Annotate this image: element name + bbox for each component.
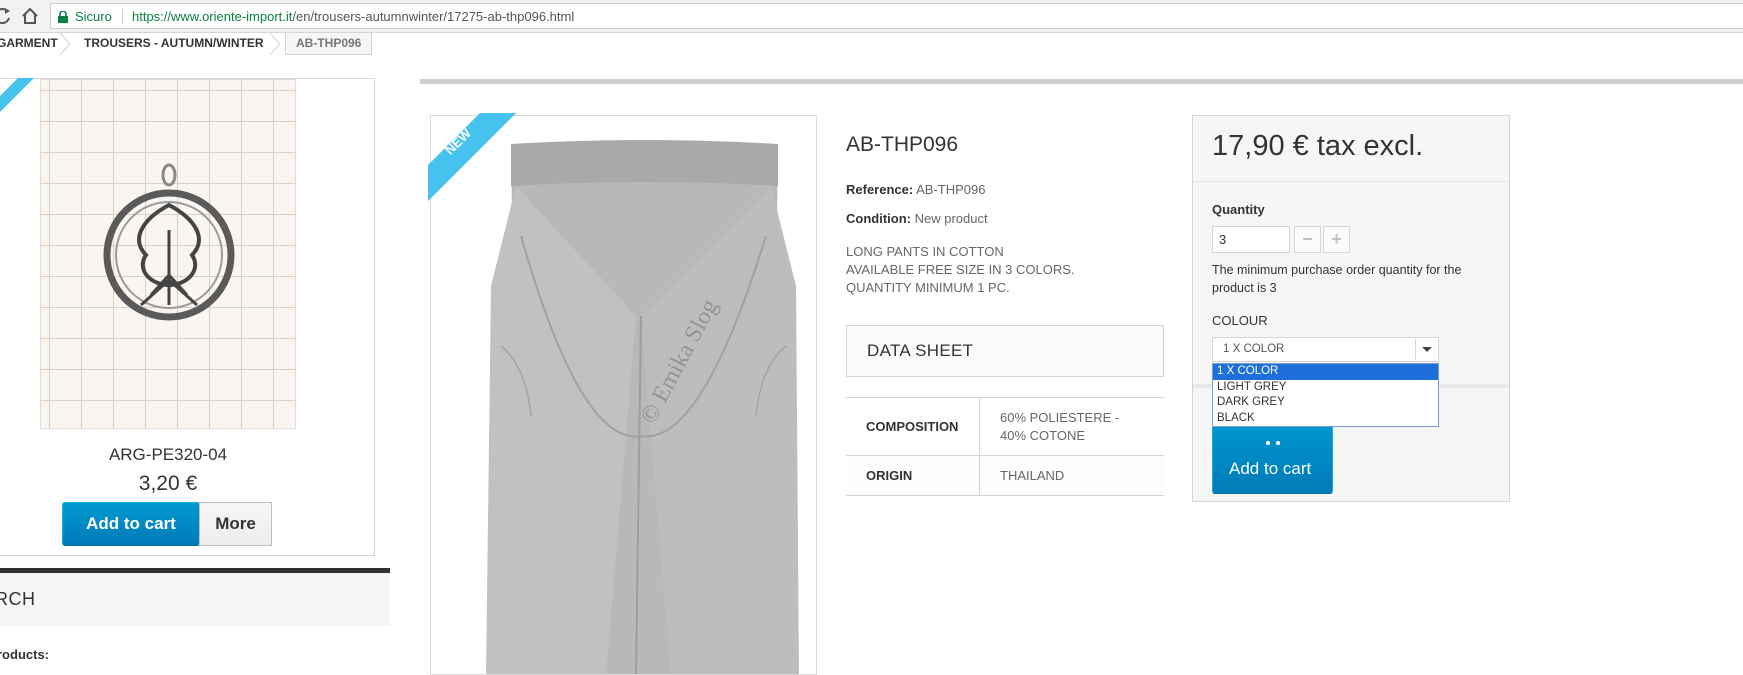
datasheet-title: DATA SHEET (867, 341, 974, 360)
new-ribbon (0, 78, 34, 122)
colour-option[interactable]: DARK GREY (1213, 395, 1438, 411)
colour-option[interactable]: LIGHT GREY (1213, 380, 1438, 396)
quantity-input[interactable]: 3 (1212, 226, 1290, 253)
table-row: COMPOSITION 60% POLIESTERE - 40% COTONE (846, 398, 1164, 456)
datasheet-key: COMPOSITION (846, 398, 980, 455)
sidebar-more-button[interactable]: More (199, 502, 272, 546)
description-line: LONG PANTS IN COTTON (846, 244, 1004, 259)
quantity-decrease-button[interactable]: − (1294, 226, 1321, 253)
reference-value: AB-THP096 (916, 182, 986, 197)
chevron-down-icon[interactable] (1415, 339, 1437, 360)
reference-label: Reference: (846, 182, 914, 197)
sidebar-product-name[interactable]: ARG-PE320-04 (40, 445, 296, 465)
product-reference: Reference: AB-THP096 (846, 182, 985, 197)
condition-label: Condition: (846, 211, 911, 226)
table-row: ORIGIN THAILAND (846, 456, 1164, 496)
description-line: AVAILABLE FREE SIZE IN 3 COLORS. (846, 262, 1075, 277)
lock-icon (58, 10, 68, 23)
product-title: AB-THP096 (846, 133, 959, 156)
colour-select-value: 1 X COLOR (1223, 343, 1285, 355)
add-to-cart-label: Add to cart (1229, 459, 1312, 478)
colour-options-list[interactable]: 1 X COLOR LIGHT GREY DARK GREY BLACK (1212, 363, 1439, 427)
main-top-bar (420, 79, 1743, 84)
sidebar-product-price: 3,20 € (138, 472, 198, 495)
breadcrumb-item-trousers[interactable]: TROUSERS - AUTUMN/WINTER (84, 33, 264, 55)
breadcrumb-item-current: AB-THP096 (285, 33, 373, 55)
product-description: LONG PANTS IN COTTON AVAILABLE FREE SIZE… (846, 243, 1075, 297)
price-area: 17,90 € tax excl. (1193, 116, 1509, 182)
url-text[interactable]: https://www.oriente-import.it/en/trouser… (132, 9, 574, 24)
cart-icon (1259, 431, 1287, 447)
buy-box: 17,90 € tax excl. Quantity 3 − + The min… (1192, 115, 1510, 502)
products-label: roducts: (0, 647, 49, 662)
breadcrumb-item-garment[interactable]: GARMENT (0, 33, 58, 55)
address-bar[interactable]: Sicuro https://www.oriente-import.it/en/… (50, 3, 1743, 29)
quantity-label: Quantity (1212, 202, 1265, 217)
url-path: /en/trousers-autumnwinter/17275-ab-thp09… (292, 9, 575, 24)
datasheet-value: 60% POLIESTERE - 40% COTONE (1000, 409, 1120, 443)
add-to-cart-button[interactable]: Add to cart (1212, 416, 1333, 494)
datasheet-value: THAILAND (1000, 467, 1065, 483)
datasheet-header: DATA SHEET (846, 325, 1164, 377)
colour-option[interactable]: 1 X COLOR (1213, 364, 1438, 380)
datasheet-key: ORIGIN (846, 456, 980, 495)
product-condition: Condition: New product (846, 211, 988, 226)
product-price: 17,90 € tax excl. (1212, 130, 1424, 162)
colour-option[interactable]: BLACK (1213, 411, 1438, 427)
new-ribbon: NEW (428, 113, 516, 201)
colour-label: COLOUR (1212, 313, 1268, 328)
reload-icon[interactable] (0, 6, 12, 26)
browser-toolbar: Sicuro https://www.oriente-import.it/en/… (0, 0, 1743, 33)
home-icon[interactable] (20, 6, 40, 26)
breadcrumb-separator (58, 32, 72, 56)
breadcrumb-separator (268, 32, 282, 56)
condition-value: New product (914, 211, 988, 226)
sidebar-add-to-cart-button[interactable]: Add to cart (62, 502, 200, 546)
search-block-header (0, 573, 390, 626)
datasheet-table: COMPOSITION 60% POLIESTERE - 40% COTONE … (846, 397, 1164, 496)
url-separator (122, 9, 123, 24)
sidebar-product-image[interactable] (40, 79, 296, 429)
quantity-increase-button[interactable]: + (1323, 226, 1350, 253)
search-block-title: RCH (0, 589, 36, 609)
description-line: QUANTITY MINIMUM 1 PC. (846, 280, 1010, 295)
minimum-quantity-note: The minimum purchase order quantity for … (1212, 263, 1462, 295)
colour-select[interactable]: 1 X COLOR (1212, 337, 1439, 362)
url-host: https://www.oriente-import.it (132, 9, 293, 24)
secure-label: Sicuro (75, 9, 112, 24)
